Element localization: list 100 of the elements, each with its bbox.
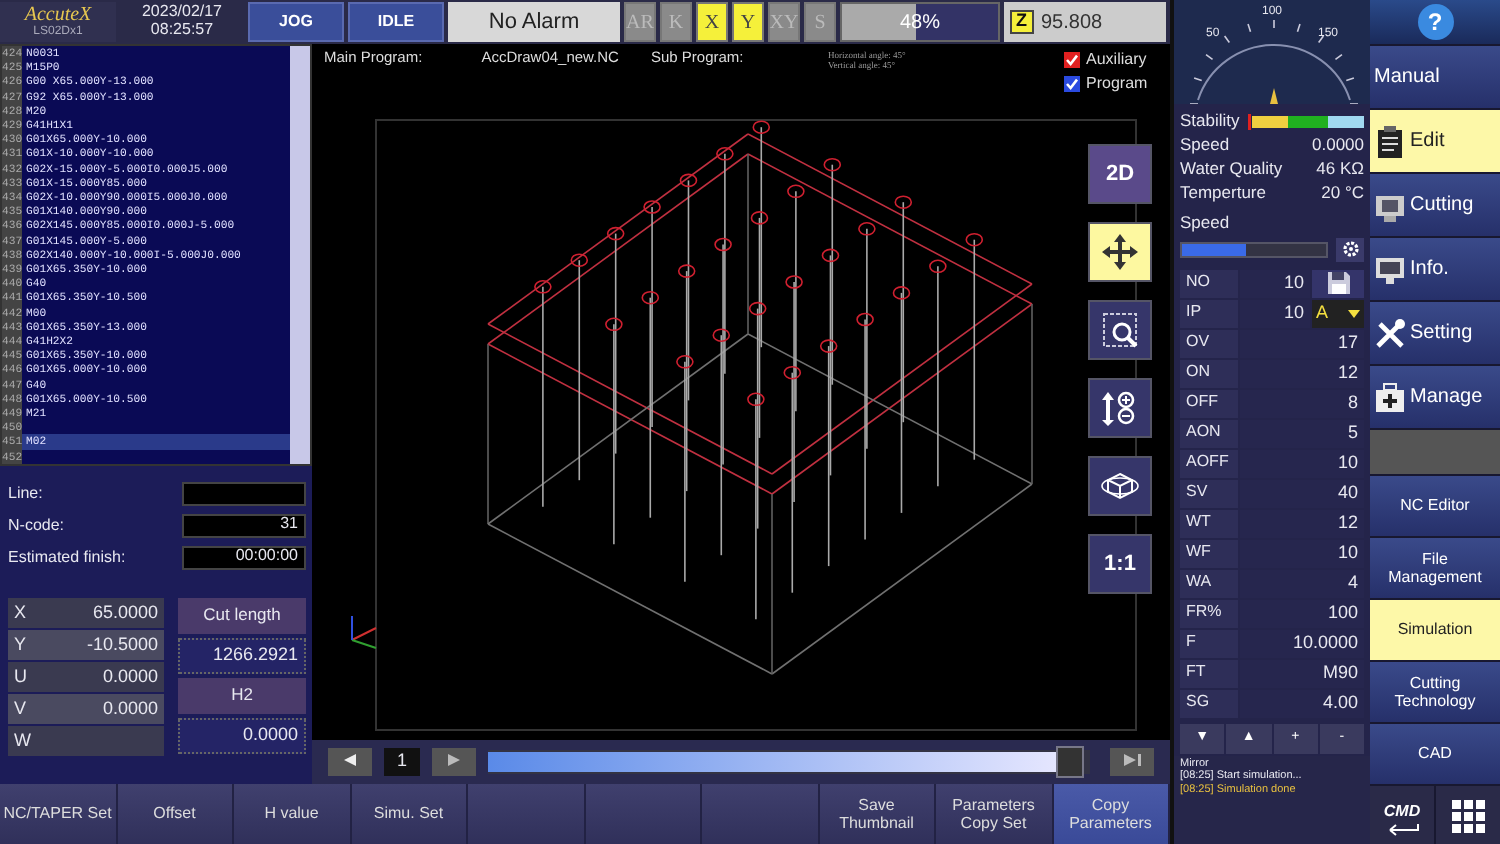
apps-grid-button[interactable] — [1436, 786, 1500, 844]
parameter-name: FT — [1180, 659, 1238, 688]
playback-slider[interactable] — [488, 750, 1089, 774]
parameter-name: WA — [1180, 569, 1238, 598]
parameter-value: 100 — [1240, 599, 1364, 628]
reading-label: Water Quality — [1180, 159, 1283, 179]
parameter-name: AOFF — [1180, 449, 1238, 478]
first-aid-kit-icon — [1374, 381, 1406, 413]
parameter-value: M90 — [1240, 659, 1364, 688]
value-field: 00:00:00 — [182, 546, 306, 570]
command-label: CMD — [1383, 799, 1421, 823]
scrollbar[interactable] — [290, 46, 310, 464]
reading-label: Speed — [1180, 135, 1230, 155]
checkbox-label: Auxiliary — [1086, 52, 1147, 70]
checkbox-label: Program — [1086, 75, 1148, 94]
reading-value: 20 °C — [1321, 183, 1364, 203]
parameter-value: 4.00 — [1240, 689, 1364, 718]
menu-button[interactable]: Manual — [1370, 46, 1500, 108]
view-tool-button[interactable] — [1088, 222, 1152, 282]
slider-thumb[interactable] — [1056, 746, 1085, 778]
function-key[interactable]: Simu. Set — [351, 784, 468, 844]
function-key[interactable]: Save Thumbnail — [819, 784, 936, 844]
function-key[interactable]: NC/TAPER Set — [0, 784, 117, 844]
view-tool-button[interactable] — [1088, 378, 1152, 438]
h-value: 0.0000 — [178, 718, 306, 754]
skip-end-icon — [1123, 753, 1141, 766]
checkbox[interactable] — [1064, 76, 1080, 93]
z-value: 95.808 — [1041, 11, 1103, 33]
2d-view-button[interactable]: 2D — [1088, 144, 1152, 204]
mode-button[interactable]: JOG — [248, 2, 344, 42]
step-number: 1 — [384, 748, 420, 776]
dropdown[interactable]: A — [1312, 299, 1364, 328]
reading-value: 0.0000 — [1312, 135, 1364, 155]
axis-label: Y — [14, 635, 27, 655]
wrench-screwdriver-icon — [1374, 317, 1406, 349]
cut-length-value: 1266.2921 — [178, 638, 306, 674]
menu-button[interactable]: Edit — [1370, 110, 1500, 172]
parameter-value: 10.0000 — [1240, 629, 1364, 658]
submenu-button[interactable]: File Management — [1370, 538, 1500, 598]
z-axis-icon: Z — [1010, 10, 1033, 34]
end-button[interactable] — [1110, 748, 1154, 776]
submenu-button[interactable]: Simulation — [1370, 600, 1500, 660]
submenu-button[interactable]: NC Editor — [1370, 476, 1500, 536]
parameter-name: ON — [1180, 359, 1238, 388]
function-key[interactable]: H value — [234, 784, 351, 844]
field-label: Estimated finish: — [8, 549, 126, 567]
axis-triad-icon — [351, 615, 377, 649]
left-triangle-icon — [344, 753, 356, 766]
parameter-name: F — [1180, 629, 1238, 658]
menu-button[interactable]: Setting — [1370, 302, 1500, 364]
parameter-value: 8 — [1240, 389, 1364, 418]
clipboard-icon — [1374, 125, 1406, 157]
cut-length-label: Cut length — [178, 598, 306, 634]
date-label: 2023/02/17 — [141, 4, 223, 22]
right-triangle-icon — [448, 753, 460, 766]
parameter-value: 10 — [1240, 269, 1310, 298]
settings-icon — [1341, 240, 1359, 259]
mode-button[interactable]: IDLE — [348, 2, 444, 42]
monitor-icon — [1374, 253, 1406, 285]
parameter-value: 12 — [1240, 359, 1364, 388]
parameter-name: IP — [1180, 299, 1238, 328]
submenu-button[interactable]: Cutting Technology — [1370, 662, 1500, 722]
field-label: N-code: — [8, 517, 65, 535]
save-button[interactable] — [1312, 269, 1364, 298]
function-key[interactable]: Offset — [117, 784, 234, 844]
function-key[interactable]: Parameters Copy Set — [936, 784, 1053, 844]
brand-logo: AccuteX — [24, 4, 92, 27]
fit-scale-button[interactable]: 1:1 — [1088, 534, 1152, 594]
function-key[interactable]: Copy Parameters — [1053, 784, 1170, 844]
help-button[interactable]: ? — [1370, 0, 1500, 44]
parameter-name: WF — [1180, 539, 1238, 568]
axis-value: 65.0000 — [92, 603, 158, 623]
next-button[interactable] — [432, 748, 476, 776]
menu-button[interactable]: Manage — [1370, 366, 1500, 428]
view-tool-button[interactable] — [1088, 300, 1152, 360]
command-button[interactable]: CMD — [1370, 786, 1434, 844]
speed-label: Speed — [1180, 214, 1232, 233]
speed-slider[interactable] — [1180, 241, 1327, 258]
stability-meter — [1248, 113, 1364, 129]
h-value-label: H2 — [178, 678, 306, 714]
submenu-button[interactable]: CAD — [1370, 724, 1500, 784]
axis-toggle[interactable]: X — [696, 2, 728, 42]
settings-button[interactable] — [1336, 237, 1364, 262]
previous-button[interactable] — [328, 748, 372, 776]
help-icon: ? — [1417, 4, 1453, 40]
parameter-name: WT — [1180, 509, 1238, 538]
checkbox[interactable] — [1064, 52, 1080, 69]
parameter-value: 40 — [1240, 479, 1364, 508]
view-tool-button[interactable] — [1088, 456, 1152, 516]
axis-label: X — [14, 603, 27, 623]
axis-toggle[interactable]: Y — [732, 2, 764, 42]
parameter-name: SG — [1180, 689, 1238, 718]
parameter-name: NO — [1180, 269, 1238, 298]
axis-value: 0.0000 — [102, 667, 158, 687]
axis-value: -10.5000 — [86, 635, 158, 655]
parameter-name: OFF — [1180, 389, 1238, 418]
parameter-value: 10 — [1240, 539, 1364, 568]
menu-button[interactable]: Info. — [1370, 238, 1500, 300]
axis-value: 0.0000 — [102, 699, 158, 719]
menu-button[interactable]: Cutting — [1370, 174, 1500, 236]
